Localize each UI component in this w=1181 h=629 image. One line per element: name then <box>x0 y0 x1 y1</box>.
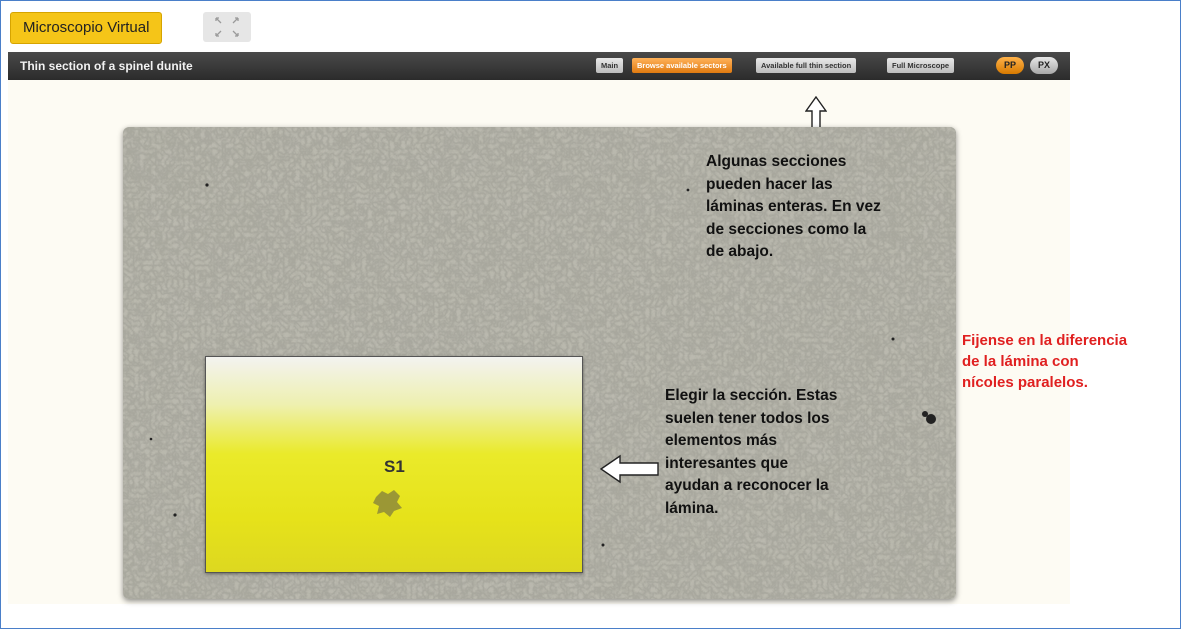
full-microscope-button[interactable]: Full Microscope <box>887 58 955 73</box>
left-arrow-icon <box>600 454 659 484</box>
red-note: Fijense en la diferencia de la lámina co… <box>962 330 1177 393</box>
side-note-line: Elegir la sección. Estas <box>665 387 838 404</box>
px-toggle[interactable]: PX <box>1030 57 1058 74</box>
mineral-grain-icon <box>373 490 402 517</box>
red-note-line: de la lámina con <box>962 353 1079 370</box>
pp-toggle[interactable]: PP <box>996 57 1024 74</box>
viewer-toolbar: Thin section of a spinel dunite Main Bro… <box>8 52 1070 80</box>
side-note: Elegir la sección. Estas suelen tener to… <box>665 385 837 520</box>
top-note: Algunas secciones pueden hacer las lámin… <box>706 151 881 264</box>
expand-icon <box>215 17 239 37</box>
section-label: S1 <box>384 457 405 476</box>
full-thin-section-button[interactable]: Available full thin section <box>756 58 857 73</box>
red-note-line: nícoles paralelos. <box>962 374 1088 391</box>
sample-title: Thin section of a spinel dunite <box>20 59 193 73</box>
browse-sectors-button[interactable]: Browse available sectors <box>632 58 732 73</box>
top-note-line: láminas enteras. En vez <box>706 198 881 215</box>
top-note-line: pueden hacer las <box>706 175 833 193</box>
fullscreen-button[interactable] <box>203 12 251 42</box>
section-s1-thumbnail[interactable]: S1 <box>205 356 583 573</box>
main-button[interactable]: Main <box>596 58 624 73</box>
top-note-line: Algunas secciones <box>706 153 847 170</box>
red-note-line: Fijense en la diferencia <box>962 332 1128 349</box>
side-note-line: lámina. <box>665 499 719 517</box>
side-note-line: elementos más <box>665 432 777 449</box>
app-tab-microscopio-virtual[interactable]: Microscopio Virtual <box>10 12 163 44</box>
side-note-line: interesantes que <box>665 454 789 472</box>
side-note-line: ayudan a reconocer la <box>665 477 829 494</box>
side-note-line: suelen tener todos los <box>665 409 830 427</box>
top-note-line: de abajo. <box>706 243 774 260</box>
top-note-line: de secciones como la <box>706 220 867 238</box>
